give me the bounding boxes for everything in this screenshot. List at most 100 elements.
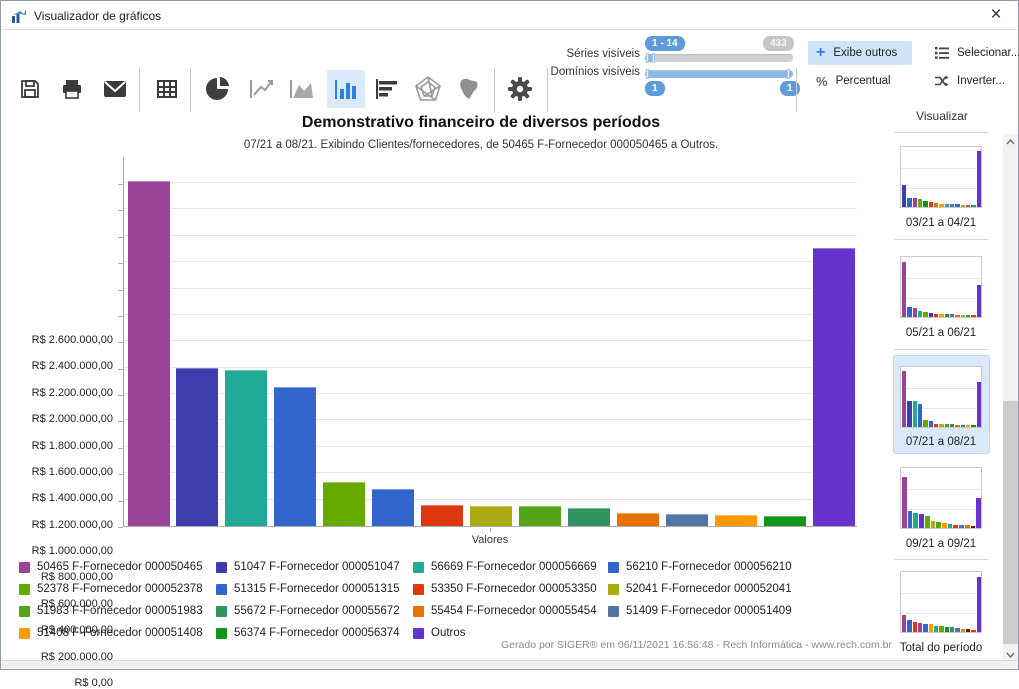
title-bar[interactable]: Visualizador de gráficos × <box>2 2 1017 30</box>
chart-bar[interactable] <box>617 513 659 526</box>
percent-label: Percentual <box>836 75 891 87</box>
chart-bar[interactable] <box>274 387 316 526</box>
save-button[interactable] <box>11 70 49 108</box>
legend-label: 56210 F-Fornecedor 000056210 <box>626 561 792 573</box>
domains-visible-slider[interactable] <box>645 70 793 78</box>
chart-bar[interactable] <box>568 508 610 526</box>
domains-slider-thumb-right[interactable] <box>787 69 790 79</box>
chart-bar[interactable] <box>176 368 218 526</box>
invert-button[interactable]: Inverter... <box>927 69 1013 93</box>
period-thumbnail-label: Total do período <box>888 642 994 654</box>
period-thumbnail[interactable] <box>900 256 982 318</box>
series-slider-thumb-right[interactable] <box>652 53 655 63</box>
legend-swatch <box>413 628 424 639</box>
legend-label: 50465 F-Fornecedor 000050465 <box>37 561 203 573</box>
legend-swatch <box>19 606 30 617</box>
series-visible-slider[interactable] <box>645 54 793 62</box>
legend-label: 52041 F-Fornecedor 000052041 <box>626 583 792 595</box>
window-title: Visualizador de gráficos <box>34 9 161 23</box>
radar-chart-button[interactable] <box>409 70 447 108</box>
settings-button[interactable] <box>501 70 539 108</box>
gridline <box>124 182 857 183</box>
domains-visible-label: Domínios visíveis <box>544 66 640 78</box>
legend-item: 50465 F-Fornecedor 000050465 <box>19 560 203 574</box>
chart-bar[interactable] <box>764 516 806 526</box>
map-chart-button[interactable] <box>449 70 487 108</box>
chart-bar[interactable] <box>519 506 561 526</box>
chart-bar[interactable] <box>323 482 365 526</box>
legend-item: 51408 F-Fornecedor 000051408 <box>19 626 203 640</box>
y-tick-label: R$ 2.200.000,00 <box>1 387 113 399</box>
line-chart-button[interactable] <box>243 70 281 108</box>
select-series-button[interactable]: Selecionar... <box>927 41 1019 65</box>
y-tick-label: R$ 1.800.000,00 <box>1 440 113 452</box>
print-button[interactable] <box>53 70 91 108</box>
show-others-button[interactable]: + Exibe outros <box>808 41 912 65</box>
legend-swatch <box>19 584 30 595</box>
chart-bar[interactable] <box>421 505 463 526</box>
pie-chart-button[interactable] <box>199 70 237 108</box>
chart-bar[interactable] <box>225 370 267 526</box>
invert-label: Inverter... <box>957 75 1005 87</box>
chart-title: Demonstrativo financeiro de diversos per… <box>41 114 921 132</box>
plot-area <box>123 157 857 527</box>
legend-item: 52378 F-Fornecedor 000052378 <box>19 582 203 596</box>
y-axis-labels: R$ 0,00R$ 200.000,00R$ 400.000,00R$ 600.… <box>1 157 113 528</box>
legend-label: 51315 F-Fornecedor 000051315 <box>234 583 400 595</box>
legend-swatch <box>608 606 619 617</box>
y-tick-label: R$ 2.400.000,00 <box>1 360 113 372</box>
sidebar-divider <box>894 132 988 133</box>
period-thumbnail[interactable] <box>900 146 982 208</box>
show-others-label: Exibe outros <box>833 47 897 59</box>
series-range-badge: 1 - 14 <box>645 36 685 51</box>
toolbar-separator <box>796 68 797 112</box>
chart-bar[interactable] <box>813 248 855 526</box>
bar-chart-button[interactable] <box>327 70 365 108</box>
period-thumbnail[interactable] <box>900 467 982 529</box>
legend-label: 51047 F-Fornecedor 000051047 <box>234 561 400 573</box>
legend-swatch <box>608 562 619 573</box>
select-series-label: Selecionar... <box>957 47 1019 59</box>
app-icon <box>11 8 27 29</box>
chart-bar[interactable] <box>128 181 170 526</box>
list-icon <box>935 47 949 59</box>
sidebar-divider <box>894 349 988 350</box>
email-button[interactable] <box>96 70 134 108</box>
table-view-button[interactable] <box>148 70 186 108</box>
chart-bar[interactable] <box>715 515 757 526</box>
legend-item: 52041 F-Fornecedor 000052041 <box>608 582 792 596</box>
toolbar-separator <box>190 68 191 112</box>
scroll-up-icon[interactable] <box>1003 134 1018 150</box>
close-icon[interactable]: × <box>979 2 1013 30</box>
legend-swatch <box>413 562 424 573</box>
toolbar-separator <box>494 68 495 112</box>
gridline <box>124 367 857 368</box>
legend-item: 56210 F-Fornecedor 000056210 <box>608 560 792 574</box>
series-slider-thumb-left[interactable] <box>646 53 649 63</box>
period-thumbnail-label: 09/21 a 09/21 <box>888 538 994 550</box>
chart-bar[interactable] <box>666 514 708 526</box>
sidebar-title: Visualizar <box>894 109 990 123</box>
legend-swatch <box>19 628 30 639</box>
legend-item: 55454 F-Fornecedor 000055454 <box>413 604 597 618</box>
legend-item: 51983 F-Fornecedor 000051983 <box>19 604 203 618</box>
app-window: Visualizador de gráficos × <box>0 0 1019 670</box>
hbar-chart-button[interactable] <box>368 70 406 108</box>
chart-bar[interactable] <box>470 506 512 526</box>
sidebar-scrollbar[interactable] <box>1003 134 1018 663</box>
legend-label: 55672 F-Fornecedor 000055672 <box>234 605 400 617</box>
gridline <box>124 314 857 315</box>
period-thumbnail[interactable] <box>900 366 982 428</box>
period-thumbnail[interactable] <box>900 571 982 633</box>
chart-bar[interactable] <box>372 489 414 526</box>
area-chart-button[interactable] <box>283 70 321 108</box>
y-tick-label: R$ 1.400.000,00 <box>1 492 113 504</box>
legend-item: 56669 F-Fornecedor 000056669 <box>413 560 597 574</box>
legend-item: 53350 F-Fornecedor 000053350 <box>413 582 597 596</box>
scrollbar-thumb[interactable] <box>1003 401 1018 644</box>
legend-label: 55454 F-Fornecedor 000055454 <box>431 605 597 617</box>
percent-button[interactable]: % Percentual <box>808 69 912 93</box>
legend-label: 56374 F-Fornecedor 000056374 <box>234 627 400 639</box>
x-axis-tick <box>490 528 491 532</box>
domains-slider-thumb-left[interactable] <box>646 69 649 79</box>
